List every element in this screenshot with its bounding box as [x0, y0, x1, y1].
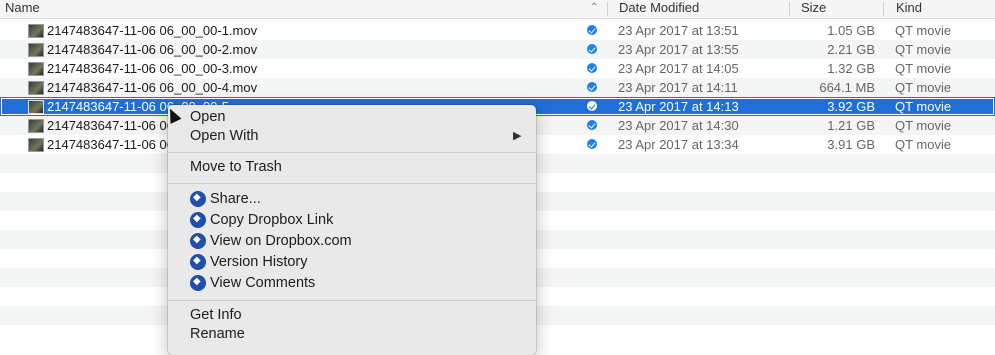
menu-item-label: Open With — [190, 128, 259, 144]
dropbox-synced-icon — [587, 120, 597, 130]
file-size: 1.32 GB — [827, 61, 875, 76]
menu-item-label: Share... — [210, 191, 261, 207]
file-date: 23 Apr 2017 at 14:05 — [618, 61, 739, 76]
dropbox-icon — [190, 190, 206, 207]
file-size: 2.21 GB — [827, 42, 875, 57]
file-date: 23 Apr 2017 at 14:30 — [618, 118, 739, 133]
column-divider[interactable] — [789, 2, 790, 16]
file-name: 2147483647-11-06 06 — [47, 118, 174, 133]
file-kind: QT movie — [895, 42, 952, 57]
column-divider[interactable] — [607, 2, 608, 16]
file-kind: QT movie — [895, 80, 952, 95]
file-kind: QT movie — [895, 99, 952, 114]
file-size: 3.92 GB — [827, 99, 875, 114]
file-row[interactable]: 2147483647-11-06 06_00_00-2.mov 23 Apr 2… — [0, 40, 995, 59]
menu-item-label: Copy Dropbox Link — [210, 212, 334, 228]
dropbox-icon — [190, 232, 206, 249]
file-name: 2147483647-11-06 06_00_00-1.mov — [47, 23, 258, 38]
column-divider[interactable] — [883, 2, 884, 16]
column-header-bar: Name ⌃ Date Modified Size Kind — [0, 0, 995, 19]
file-size: 1.05 GB — [827, 23, 875, 38]
movie-thumbnail-icon — [28, 43, 44, 57]
file-name: 2147483647-11-06 06_00_00-3.mov — [47, 61, 258, 76]
dropbox-synced-icon — [587, 101, 597, 111]
file-date: 23 Apr 2017 at 13:51 — [618, 23, 739, 38]
file-kind: QT movie — [895, 61, 952, 76]
menu-item-open-with[interactable]: Open With — [190, 126, 530, 146]
menu-item-label: Version History — [210, 254, 308, 270]
file-kind: QT movie — [895, 137, 952, 152]
column-header-date-modified[interactable]: Date Modified — [619, 0, 699, 18]
file-date: 23 Apr 2017 at 14:11 — [618, 80, 738, 95]
submenu-arrow-icon: ▶ — [513, 130, 522, 142]
dropbox-icon — [190, 253, 206, 270]
file-date: 23 Apr 2017 at 14:13 — [618, 99, 739, 114]
file-row[interactable]: 2147483647-11-06 06_00_00-1.mov 23 Apr 2… — [0, 21, 995, 40]
file-kind: QT movie — [895, 118, 952, 133]
file-name: 2147483647-11-06 06 — [47, 137, 174, 152]
file-size: 1.21 GB — [827, 118, 875, 133]
movie-thumbnail-icon — [28, 81, 44, 95]
movie-thumbnail-icon — [28, 138, 44, 152]
file-row[interactable]: 2147483647-11-06 06_00_00-3.mov 23 Apr 2… — [0, 59, 995, 78]
dropbox-icon — [190, 274, 206, 291]
dropbox-synced-icon — [587, 63, 597, 73]
movie-thumbnail-icon — [28, 24, 44, 38]
menu-item-label: View Comments — [210, 275, 316, 291]
menu-item-move-to-trash[interactable]: Move to Trash — [190, 157, 282, 177]
dropbox-synced-icon — [587, 44, 597, 54]
menu-item-rename[interactable]: Rename — [190, 324, 245, 344]
file-row[interactable]: 2147483647-11-06 06_00_00-4.mov 23 Apr 2… — [0, 78, 995, 97]
movie-thumbnail-icon — [28, 119, 44, 133]
file-kind: QT movie — [895, 23, 952, 38]
sort-ascending-icon[interactable]: ⌃ — [590, 0, 598, 18]
dropbox-synced-icon — [587, 25, 597, 35]
context-menu: Open Open With ▶ Move to Trash Share... … — [168, 105, 536, 355]
file-size: 3.91 GB — [827, 137, 875, 152]
column-header-kind[interactable]: Kind — [896, 0, 922, 18]
dropbox-synced-icon — [587, 82, 597, 92]
file-date: 23 Apr 2017 at 13:34 — [618, 137, 739, 152]
movie-thumbnail-icon — [28, 100, 44, 114]
menu-item-get-info[interactable]: Get Info — [190, 305, 242, 325]
menu-item-label: View on Dropbox.com — [210, 233, 352, 249]
menu-separator — [168, 152, 536, 153]
menu-item-open[interactable]: Open — [190, 107, 225, 127]
file-date: 23 Apr 2017 at 13:55 — [618, 42, 739, 57]
file-size: 664.1 MB — [819, 80, 875, 95]
file-name: 2147483647-11-06 06_00_00-2.mov — [47, 42, 258, 57]
column-header-size[interactable]: Size — [801, 0, 826, 18]
dropbox-synced-icon — [587, 139, 597, 149]
column-header-name[interactable]: Name — [5, 0, 40, 18]
menu-separator — [168, 300, 536, 301]
movie-thumbnail-icon — [28, 62, 44, 76]
file-name: 2147483647-11-06 06_00_00-4.mov — [47, 80, 258, 95]
dropbox-icon — [190, 211, 206, 228]
menu-separator — [168, 183, 536, 184]
